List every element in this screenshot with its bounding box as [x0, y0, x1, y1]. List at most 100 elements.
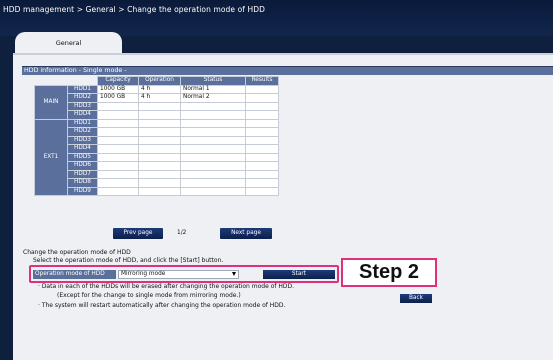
next-page-button[interactable]: Next page — [220, 228, 272, 239]
hdd-label: HDD2 — [67, 93, 98, 103]
cell-operation — [138, 101, 181, 111]
cell-results — [245, 161, 279, 171]
cell-capacity — [97, 110, 139, 120]
cell-results — [245, 93, 279, 103]
hdd-label: HDD5 — [67, 152, 98, 162]
cell-results — [245, 110, 279, 120]
cell-results — [245, 169, 279, 179]
cell-operation — [138, 144, 181, 154]
hdd-label: HDD4 — [67, 110, 98, 120]
cell-results — [245, 186, 279, 196]
prev-page-button[interactable]: Prev page — [113, 228, 163, 239]
table-row: HDD5 — [35, 152, 279, 162]
dropdown-arrow-icon[interactable] — [232, 272, 236, 276]
cell-operation — [138, 169, 181, 179]
group-label-main: MAIN — [34, 84, 68, 120]
cell-operation — [138, 135, 181, 145]
cell-operation: 4 h — [138, 93, 181, 103]
note-exception: (Except for the change to single mode fr… — [57, 292, 241, 299]
cell-status — [180, 152, 246, 162]
cell-results — [245, 118, 279, 128]
cell-capacity — [97, 186, 139, 196]
start-button[interactable]: Start — [263, 270, 335, 279]
cell-capacity: 1000 GB — [97, 84, 139, 94]
tab-general[interactable]: General — [15, 32, 122, 54]
hdd-label: HDD7 — [67, 169, 98, 179]
hdd-info-table: Capacity Operation Status Results MAIN HD… — [34, 76, 279, 196]
table-row: HDD4 — [35, 144, 279, 154]
cell-capacity: 1000 GB — [97, 93, 139, 103]
table-row: HDD3 — [35, 135, 279, 145]
table-row: HDD7 — [35, 169, 279, 179]
column-header-capacity: Capacity — [97, 76, 139, 86]
cell-results — [245, 135, 279, 145]
cell-status — [180, 186, 246, 196]
cell-results — [245, 127, 279, 137]
cell-operation — [138, 118, 181, 128]
section-title: HDD information - Single mode - — [24, 67, 127, 74]
hdd-label: HDD1 — [67, 118, 98, 128]
hdd-label: HDD8 — [67, 178, 98, 188]
cell-status — [180, 118, 246, 128]
table-row: MAIN HDD1 1000 GB 4 h Normal 1 — [34, 84, 279, 120]
cell-status — [180, 127, 246, 137]
cell-operation — [138, 161, 181, 171]
cell-results — [245, 101, 279, 111]
cell-capacity — [97, 118, 139, 128]
hdd-label: HDD9 — [67, 186, 98, 196]
operation-mode-value: Mirroring mode — [121, 271, 166, 277]
operation-mode-select[interactable]: Mirroring mode — [118, 270, 239, 279]
cell-operation — [138, 127, 181, 137]
cell-status — [180, 178, 246, 188]
hdd-label: HDD3 — [67, 135, 98, 145]
cell-operation — [138, 110, 181, 120]
cell-capacity — [97, 169, 139, 179]
table-corner — [34, 76, 98, 86]
cell-results — [245, 178, 279, 188]
cell-status — [180, 135, 246, 145]
group-label-ext1: EXT1 — [34, 118, 68, 196]
hdd-label: HDD3 — [67, 101, 98, 111]
cell-results — [245, 144, 279, 154]
back-button[interactable]: Back — [400, 294, 432, 303]
breadcrumb: HDD management > General > Change the op… — [3, 5, 266, 14]
cell-status — [180, 110, 246, 120]
table-row: EXT1 HDD1 — [34, 118, 279, 196]
cell-status — [180, 169, 246, 179]
instruction-text: Select the operation mode of HDD, and cl… — [33, 257, 224, 264]
cell-capacity — [97, 178, 139, 188]
step-2-callout: Step 2 — [341, 258, 437, 287]
cell-status — [180, 144, 246, 154]
cell-status — [180, 101, 246, 111]
cell-results — [245, 84, 279, 94]
note-restart: · The system will restart automatically … — [38, 302, 286, 309]
table-row: HDD2 1000 GB 4 h Normal 2 — [35, 93, 279, 103]
cell-operation — [138, 178, 181, 188]
cell-capacity — [97, 144, 139, 154]
cell-capacity — [97, 161, 139, 171]
cell-capacity — [97, 101, 139, 111]
table-row: HDD9 — [35, 186, 279, 196]
table-row: HDD3 — [35, 101, 279, 111]
operation-mode-label: Operation mode of HDD — [33, 270, 116, 279]
hdd-label: HDD4 — [67, 144, 98, 154]
cell-results — [245, 152, 279, 162]
table-row: HDD6 — [35, 161, 279, 171]
hdd-label: HDD6 — [67, 161, 98, 171]
cell-capacity — [97, 152, 139, 162]
cell-operation: 4 h — [138, 84, 181, 94]
cell-operation — [138, 152, 181, 162]
cell-capacity — [97, 127, 139, 137]
table-row: HDD4 — [35, 110, 279, 120]
change-mode-heading: Change the operation mode of HDD — [23, 249, 131, 256]
column-header-operation: Operation — [138, 76, 181, 86]
cell-capacity — [97, 135, 139, 145]
note-data-erased: · Data in each of the HDDs will be erase… — [38, 283, 295, 290]
cell-operation — [138, 186, 181, 196]
cell-status: Normal 1 — [180, 84, 246, 94]
column-header-results: Results — [245, 76, 279, 86]
page-indicator: 1/2 — [177, 230, 187, 236]
hdd-label: HDD1 — [67, 84, 98, 94]
hdd-label: HDD2 — [67, 127, 98, 137]
table-row: HDD2 — [35, 127, 279, 137]
